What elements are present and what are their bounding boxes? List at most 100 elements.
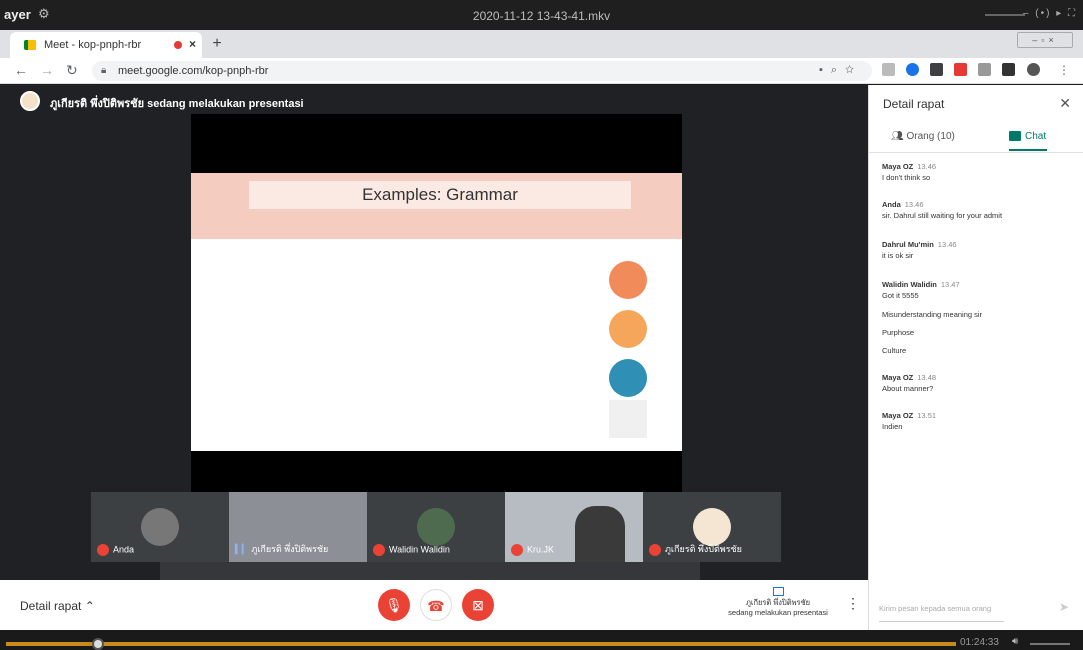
close-icon[interactable]: ✕ bbox=[1059, 95, 1071, 112]
camera-off-icon: ⊠ bbox=[472, 597, 484, 613]
divider bbox=[869, 152, 1083, 153]
chat-message: Walidin Walidin 13.47 Got it 5555 bbox=[882, 279, 960, 301]
extension-icon[interactable] bbox=[906, 63, 919, 76]
player-file-name: 2020-11-12 13-43-41.mkv bbox=[472, 9, 611, 23]
meeting-details-toggle[interactable]: Detail rapat ⌃ bbox=[20, 599, 95, 613]
url-text: meet.google.com/kop-pnph-rbr bbox=[118, 65, 269, 77]
new-tab-button[interactable]: + bbox=[207, 34, 227, 54]
girl-avatar-icon bbox=[609, 261, 647, 299]
reload-icon[interactable]: ↻ bbox=[66, 62, 78, 79]
extension-icon[interactable] bbox=[954, 63, 967, 76]
panel-title: Detail rapat bbox=[883, 97, 945, 111]
participant-name: Anda bbox=[113, 544, 135, 555]
send-icon[interactable]: ➤ bbox=[1059, 600, 1069, 614]
profile-avatar[interactable] bbox=[1027, 63, 1040, 76]
extension-icon[interactable] bbox=[882, 63, 895, 76]
participant-video bbox=[575, 506, 625, 562]
player-volume-line bbox=[985, 14, 1025, 16]
presenter-text: ภูเกียรติ พึ่งปิติพรชัย sedang melakukan… bbox=[50, 98, 304, 110]
more-options-icon[interactable]: ⋮ bbox=[846, 595, 860, 612]
chat-message: Maya OZ 13.51 Indien bbox=[882, 410, 936, 432]
message-sender: Maya OZ bbox=[882, 162, 914, 171]
message-time: 13.46 bbox=[917, 162, 937, 171]
chat-message: Maya OZ 13.46 I don't think so bbox=[882, 161, 936, 183]
avatar bbox=[417, 508, 455, 546]
presentation-view: Examples: Grammar bbox=[191, 114, 682, 492]
people-icon: 👥︎ bbox=[891, 131, 904, 142]
menu-icon[interactable]: ⋮ bbox=[1058, 63, 1070, 77]
mic-off-icon bbox=[511, 544, 523, 556]
participant-name: ภูเกียรติ พึ่งปิติพรชัย bbox=[251, 544, 329, 554]
window-buttons[interactable]: –▫× bbox=[1017, 32, 1073, 48]
message-text: Indien bbox=[882, 422, 903, 431]
seek-track[interactable] bbox=[6, 642, 956, 646]
chat-message: Dahrul Mu'min 13.46 it is ok sir bbox=[882, 239, 957, 261]
participant-strip: Anda ▍▎ ภูเกียรติ พึ่งปิติพรชัย Walidin … bbox=[91, 492, 781, 562]
mic-off-icon bbox=[649, 543, 661, 556]
message-sender: Maya OZ bbox=[882, 373, 914, 382]
message-sender: Walidin Walidin bbox=[882, 280, 937, 289]
participant-name: Kru.JK bbox=[527, 544, 555, 555]
present-line-2: sedang melakukan presentasi bbox=[728, 608, 828, 617]
chat-message-line: Purphose bbox=[882, 327, 914, 338]
seek-handle[interactable] bbox=[92, 638, 104, 650]
message-sender: Dahrul Mu'min bbox=[882, 240, 934, 249]
mic-off-icon: 🎙︎ bbox=[385, 597, 403, 613]
mic-toggle-button[interactable]: 🎙︎ bbox=[378, 589, 410, 621]
message-text: it is ok sir bbox=[882, 251, 914, 260]
player-window-controls[interactable]: – (•) ▸ ⛶ bbox=[1023, 8, 1077, 19]
close-tab-icon[interactable]: × bbox=[189, 37, 196, 51]
message-text: Culture bbox=[882, 346, 907, 355]
extension-icon[interactable] bbox=[930, 63, 943, 76]
message-time: 13.46 bbox=[904, 200, 924, 209]
participant-tile[interactable]: ภูเกียรติ พึ่งปิติพรชัย bbox=[643, 492, 781, 562]
leave-call-button[interactable]: ☎︎ bbox=[420, 589, 452, 621]
message-text: Misunderstanding meaning sir bbox=[882, 310, 983, 319]
playback-time: 01:24:33 bbox=[960, 637, 999, 648]
message-text: sir. Dahrul still waiting for your admit bbox=[882, 211, 1003, 220]
omnibox-icons[interactable]: ▪⌕☆ bbox=[819, 64, 862, 77]
message-sender: Maya OZ bbox=[882, 411, 914, 420]
browser-tab[interactable]: Meet - kop-pnph-rbr × bbox=[10, 32, 202, 58]
participant-tile[interactable]: Kru.JK bbox=[505, 492, 643, 562]
browser-tab-bar: Meet - kop-pnph-rbr × + –▫× bbox=[0, 30, 1083, 58]
url-field[interactable]: 🔒︎ meet.google.com/kop-pnph-rbr ▪⌕☆ bbox=[92, 61, 872, 81]
message-time: 13.46 bbox=[937, 240, 957, 249]
participant-name: ภูเกียรติ พึ่งปิติพรชัย bbox=[665, 544, 742, 554]
tab-active-indicator bbox=[1009, 149, 1047, 151]
tab-people-label: Orang (10) bbox=[906, 131, 955, 142]
message-time: 13.48 bbox=[917, 373, 937, 382]
participant-tile[interactable]: Walidin Walidin bbox=[367, 492, 505, 562]
volume-slider[interactable] bbox=[1030, 643, 1070, 645]
forward-icon[interactable]: → bbox=[40, 62, 54, 78]
chat-message: Anda 13.46 sir. Dahrul still waiting for … bbox=[882, 199, 1002, 221]
address-bar: ← → ↻ 🔒︎ meet.google.com/kop-pnph-rbr ▪⌕… bbox=[0, 58, 1083, 84]
participant-tile[interactable]: Anda bbox=[91, 492, 229, 562]
tab-chat[interactable]: Chat bbox=[1009, 131, 1046, 142]
tab-chat-label: Chat bbox=[1025, 131, 1047, 142]
puzzle-icon[interactable] bbox=[1002, 63, 1015, 76]
volume-icon[interactable]: 🔊︎ bbox=[1012, 636, 1018, 647]
hang-up-icon: ☎︎ bbox=[427, 598, 445, 614]
meeting-details-label: Detail rapat bbox=[20, 599, 82, 613]
player-seek-bar: 01:24:33 🔊︎ bbox=[0, 630, 1083, 650]
chat-input[interactable]: Kirim pesan kepada semua orang bbox=[879, 604, 991, 613]
avatar bbox=[20, 91, 40, 111]
back-icon[interactable]: ← bbox=[14, 62, 28, 78]
participant-tile[interactable]: ▍▎ ภูเกียรติ พึ่งปิติพรชัย bbox=[229, 492, 367, 562]
message-text: About manner? bbox=[882, 384, 934, 393]
tab-people[interactable]: 👥︎ Orang (10) bbox=[891, 131, 955, 142]
chat-message-line: Culture bbox=[882, 345, 906, 356]
avatar bbox=[141, 508, 179, 546]
chevron-up-icon: ⌃ bbox=[84, 599, 95, 613]
chat-message-line: Misunderstanding meaning sir bbox=[882, 309, 982, 320]
extension-icon[interactable] bbox=[978, 63, 991, 76]
message-text: Purphose bbox=[882, 328, 915, 337]
camera-toggle-button[interactable]: ⊠ bbox=[462, 589, 494, 621]
meet-stage: ภูเกียรติ พึ่งปิติพรชัย sedang melakukan… bbox=[0, 85, 868, 580]
businessman-avatar-icon bbox=[609, 400, 647, 438]
presenting-status[interactable]: ภูเกียรติ พึ่งปิติพรชัย sedang melakukan… bbox=[718, 587, 838, 618]
tab-title: Meet - kop-pnph-rbr bbox=[44, 39, 142, 51]
old-man-avatar-icon bbox=[609, 359, 647, 397]
woman-avatar-icon bbox=[609, 310, 647, 348]
